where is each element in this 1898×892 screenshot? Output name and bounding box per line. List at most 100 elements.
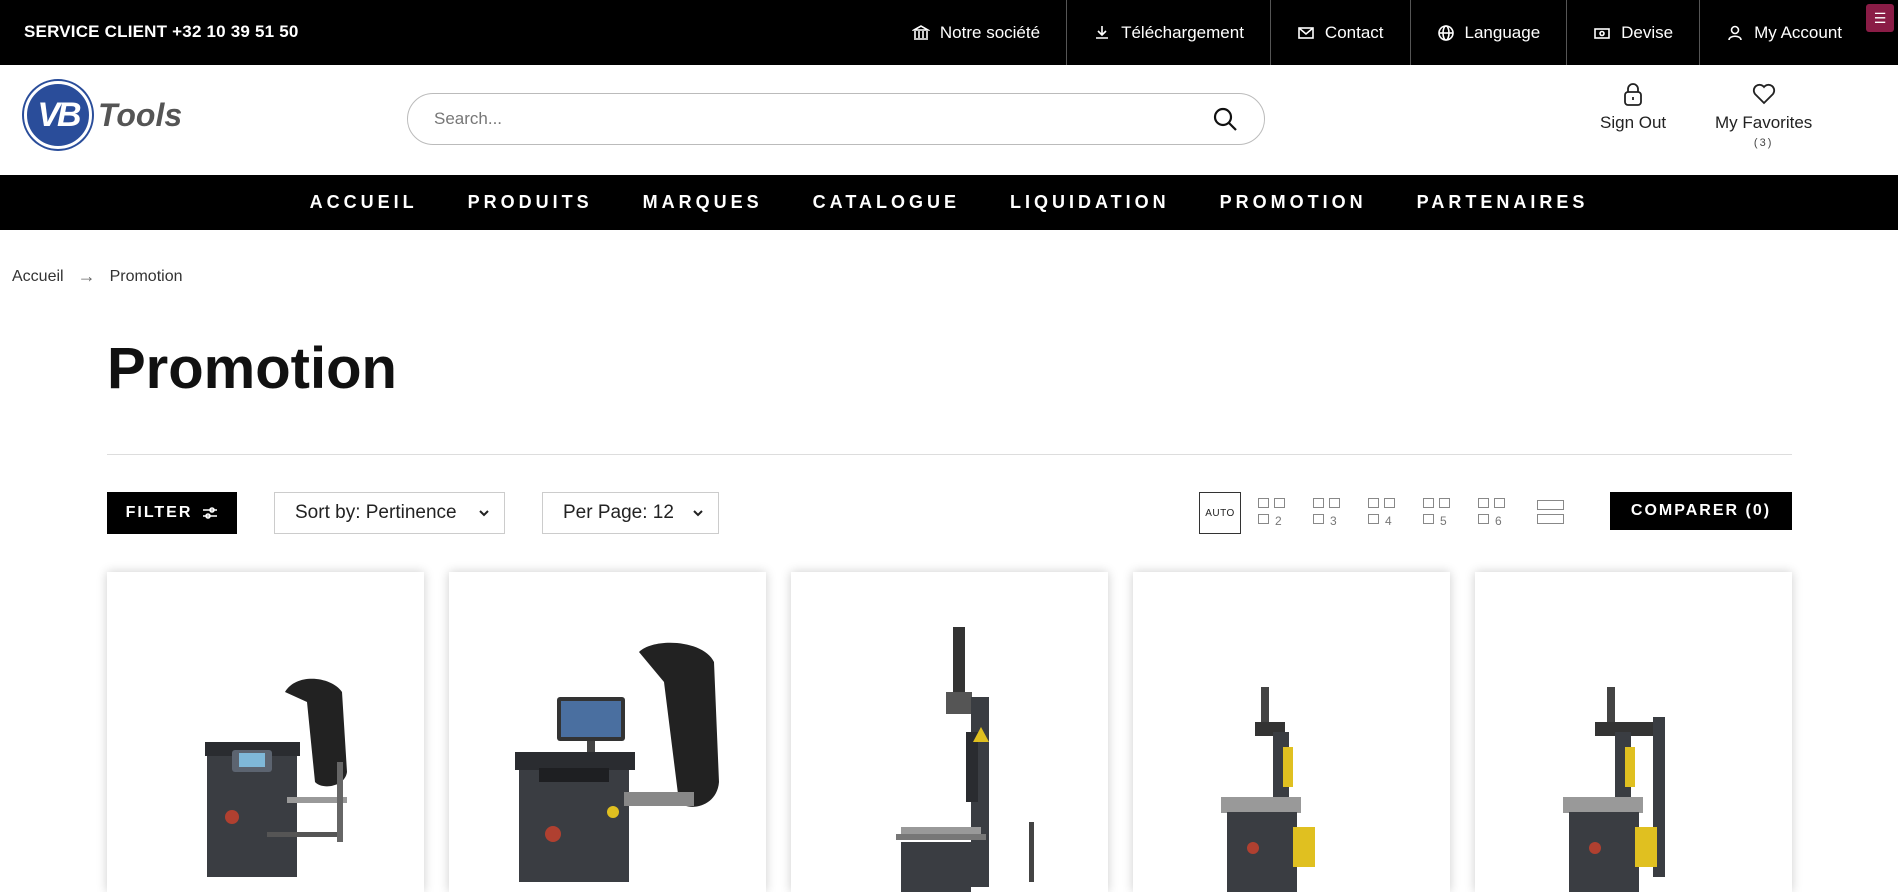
top-link-contact[interactable]: Contact	[1269, 0, 1410, 65]
favorites-count: (3)	[1753, 137, 1774, 149]
grid-5-button[interactable]: 5	[1419, 492, 1461, 534]
grid-count: 3	[1330, 514, 1337, 528]
top-link-label: Téléchargement	[1121, 22, 1244, 42]
tyre-changer-image	[1563, 687, 1665, 892]
product-grid	[107, 572, 1792, 892]
user-icon	[1728, 25, 1742, 40]
filter-label: FILTER	[125, 504, 193, 521]
nav-item-liquidation[interactable]: LIQUIDATION	[1010, 192, 1170, 213]
grid-count: 5	[1440, 514, 1447, 528]
product-card[interactable]	[791, 572, 1108, 892]
grid-count: 2	[1275, 514, 1282, 528]
grid-cell-icon	[1439, 498, 1450, 508]
grid-6-button[interactable]: 6	[1474, 492, 1516, 534]
main-nav: ACCUEIL PRODUITS MARQUES CATALOGUE LIQUI…	[0, 175, 1898, 230]
per-page-select[interactable]: Per Page: 12	[542, 492, 719, 534]
nav-item-accueil[interactable]: ACCUEIL	[310, 192, 418, 213]
grid-cell-icon	[1423, 498, 1434, 508]
wheel-balancer-image	[205, 678, 347, 877]
chevron-down-icon	[693, 510, 703, 517]
favorites-button[interactable]: My Favorites (3)	[1715, 81, 1812, 149]
top-link-label: Notre société	[939, 22, 1041, 42]
nav-item-produits[interactable]: PRODUITS	[468, 192, 593, 213]
breadcrumb-current: Promotion	[109, 267, 183, 285]
bank-icon	[911, 24, 930, 40]
customer-service-text: SERVICE CLIENT +32 10 39 51 50	[24, 22, 299, 41]
grid-cell-icon	[1368, 498, 1379, 508]
tyre-changer-image	[896, 627, 1034, 892]
heart-icon	[1752, 83, 1775, 105]
nav-item-partenaires[interactable]: PARTENAIRES	[1417, 192, 1589, 213]
breadcrumb-home[interactable]: Accueil	[12, 268, 64, 286]
product-card[interactable]	[1475, 572, 1792, 892]
logo-mark: VB	[24, 81, 92, 149]
tyre-changer-image	[1221, 687, 1315, 892]
grid-cell-icon	[1423, 514, 1434, 524]
nav-item-catalogue[interactable]: CATALOGUE	[813, 192, 960, 213]
grid-3-button[interactable]: 3	[1309, 492, 1351, 534]
grid-auto-button[interactable]: AUTO	[1199, 492, 1241, 534]
top-bar: SERVICE CLIENT +32 10 39 51 50 Notre soc…	[0, 0, 1898, 65]
site-logo[interactable]: VB Tools	[24, 81, 182, 149]
sort-select[interactable]: Sort by: Pertinence	[274, 492, 505, 534]
divider	[107, 454, 1792, 455]
breadcrumb: Accueil → Promotion	[12, 266, 183, 287]
grid-count: 6	[1495, 514, 1502, 528]
grid-cell-icon	[1478, 498, 1489, 508]
search-input[interactable]	[434, 109, 1212, 129]
grid-cell-icon	[1258, 514, 1269, 524]
nav-item-marques[interactable]: MARQUES	[643, 192, 763, 213]
product-card[interactable]	[1133, 572, 1450, 892]
top-link-label: Devise	[1621, 22, 1674, 42]
product-card[interactable]	[107, 572, 424, 892]
grid-count: 4	[1385, 514, 1392, 528]
top-link-label: Language	[1464, 22, 1541, 42]
per-page-value: Per Page: 12	[563, 502, 674, 523]
top-link-label: Contact	[1324, 22, 1384, 42]
top-link-company[interactable]: Notre société	[886, 0, 1066, 65]
grid-cell-icon	[1329, 498, 1340, 508]
sort-value: Sort by: Pertinence	[295, 502, 457, 523]
grid-cell-icon	[1478, 514, 1489, 524]
favorites-label: My Favorites	[1715, 113, 1813, 132]
grid-cell-icon	[1274, 498, 1285, 508]
globe-icon	[1437, 24, 1454, 41]
breadcrumb-arrow-icon: →	[77, 266, 96, 286]
top-link-currency[interactable]: Devise	[1566, 0, 1699, 65]
nav-item-promotion[interactable]: PROMOTION	[1220, 192, 1367, 213]
grid-cell-icon	[1494, 498, 1505, 508]
search-bar	[407, 93, 1265, 145]
grid-cell-icon	[1384, 498, 1395, 508]
menu-icon[interactable]: ☰	[1866, 4, 1894, 32]
logo-text: Tools	[98, 96, 183, 133]
sign-out-button[interactable]: Sign Out	[1600, 81, 1666, 133]
top-link-account[interactable]: My Account	[1699, 0, 1868, 65]
download-icon	[1096, 25, 1109, 39]
search-icon[interactable]	[1212, 106, 1238, 132]
top-link-language[interactable]: Language	[1409, 0, 1567, 65]
sliders-icon	[203, 507, 218, 519]
page-title: Promotion	[107, 336, 397, 401]
top-links: Notre société Téléchargement Contact Lan…	[886, 0, 1868, 65]
grid-2-button[interactable]: 2	[1254, 492, 1296, 534]
top-link-download[interactable]: Téléchargement	[1066, 0, 1270, 65]
list-row-icon	[1537, 500, 1564, 510]
sign-out-label: Sign Out	[1600, 113, 1667, 132]
site-header: VB Tools Sign Out My Favorites (3)	[0, 65, 1898, 175]
grid-cell-icon	[1368, 514, 1379, 524]
compare-button[interactable]: COMPARER (0)	[1610, 492, 1792, 530]
grid-cell-icon	[1258, 498, 1269, 508]
top-link-label: My Account	[1754, 22, 1842, 42]
mail-icon	[1298, 26, 1314, 39]
grid-4-button[interactable]: 4	[1364, 492, 1406, 534]
filter-button[interactable]: FILTER	[107, 492, 237, 534]
grid-cell-icon	[1313, 514, 1324, 524]
product-card[interactable]	[449, 572, 766, 892]
grid-cell-icon	[1313, 498, 1324, 508]
list-view-button[interactable]	[1529, 492, 1571, 534]
wheel-balancer-image	[515, 642, 719, 882]
lock-icon	[1624, 83, 1642, 106]
currency-icon	[1594, 27, 1610, 39]
list-row-icon	[1537, 514, 1564, 524]
chevron-down-icon	[479, 510, 489, 517]
